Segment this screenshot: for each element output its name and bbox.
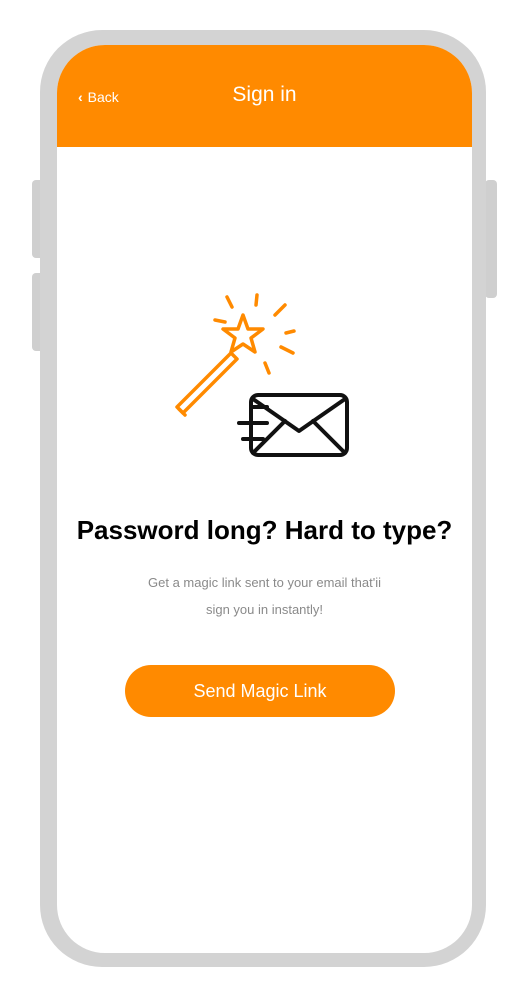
power-button	[485, 180, 497, 298]
send-magic-link-button[interactable]: Send Magic Link	[125, 665, 395, 717]
magic-link-illustration	[175, 293, 349, 457]
phone-screen: ‹ Back Sign in Password long? Hard to ty…	[57, 45, 472, 953]
envelope-icon	[237, 393, 349, 457]
headline: Password long? Hard to type?	[76, 515, 453, 545]
app-header: ‹ Back Sign in	[57, 45, 472, 147]
page-title: Sign in	[232, 83, 297, 106]
description-line-2: sign you in instantly!	[205, 602, 324, 617]
send-magic-link-label: Send Magic Link	[193, 680, 327, 701]
description-line-1: Get a magic link sent to your email that…	[148, 575, 381, 590]
description-text: Get a magic link sent to your email that…	[127, 569, 402, 623]
canvas: ‹ Back Sign in Password long? Hard to ty…	[0, 0, 517, 1000]
